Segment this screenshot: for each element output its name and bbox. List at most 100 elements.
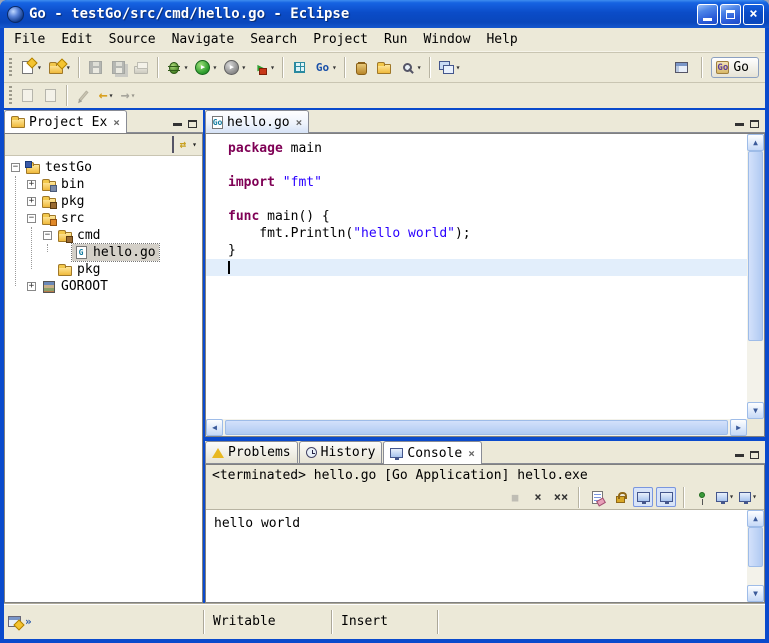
editor-vscrollbar[interactable]: ▲ ▼	[747, 134, 764, 419]
menu-item-help[interactable]: Help	[478, 29, 525, 50]
console-vscrollbar[interactable]: ▲ ▼	[747, 510, 764, 602]
clear-console-button[interactable]	[587, 487, 607, 507]
code-line[interactable]: import "fmt"	[206, 174, 747, 191]
terminate-button[interactable]: ■	[505, 487, 525, 507]
minimize-button[interactable]	[697, 4, 718, 25]
external-tools-button[interactable]: ▶▾	[249, 56, 278, 80]
menu-item-file[interactable]: File	[6, 29, 53, 50]
tab-console[interactable]: Console ×	[383, 441, 481, 464]
titlebar[interactable]: Go - testGo/src/cmd/hello.go - Eclipse ×	[0, 0, 769, 28]
new-go-package-button[interactable]	[288, 56, 311, 80]
menu-item-window[interactable]: Window	[415, 29, 478, 50]
scroll-thumb[interactable]	[748, 527, 763, 567]
pin-console-button[interactable]	[692, 487, 712, 507]
menu-item-navigate[interactable]: Navigate	[164, 29, 243, 50]
double-arrow-icon[interactable]: »	[25, 616, 32, 627]
scroll-lock-button[interactable]	[610, 487, 630, 507]
toolbar-drag-handle[interactable]	[9, 58, 12, 78]
scroll-up-button[interactable]: ▲	[747, 510, 764, 527]
code-line[interactable]: package main	[206, 140, 747, 157]
tree-item-pkg[interactable]: +pkg	[5, 193, 202, 210]
menu-item-run[interactable]: Run	[376, 29, 415, 50]
tree-expander-icon[interactable]: +	[27, 197, 36, 206]
open-folder-button[interactable]	[373, 56, 396, 80]
view-menu-button[interactable]: ▾	[192, 140, 197, 149]
collapse-all-button[interactable]	[172, 137, 174, 152]
save-all-button[interactable]	[107, 56, 130, 80]
code-area[interactable]: package main import "fmt" func main() { …	[206, 134, 747, 419]
open-console-button[interactable]: ▾	[738, 487, 758, 507]
tree-item-goroot[interactable]: +GOROOT	[5, 278, 202, 295]
go-perspective-button[interactable]: Go Go	[711, 57, 759, 78]
minimize-view-icon[interactable]	[735, 123, 744, 126]
close-icon[interactable]: ×	[111, 117, 120, 128]
scroll-up-button[interactable]: ▲	[747, 134, 764, 151]
scroll-thumb[interactable]	[748, 151, 763, 341]
back-button[interactable]: ←▾	[95, 84, 117, 108]
show-stderr-button[interactable]	[656, 487, 676, 507]
tree-item-hello-go[interactable]: Ghello.go	[5, 244, 202, 261]
tree-expander-icon[interactable]: +	[27, 180, 36, 189]
remove-all-launches-button[interactable]: ××	[551, 487, 571, 507]
archive-button[interactable]	[350, 56, 373, 80]
save-button[interactable]	[84, 56, 107, 80]
tree-expander-icon[interactable]: −	[43, 231, 52, 240]
tree-expander-icon[interactable]: −	[11, 163, 20, 172]
scroll-down-button[interactable]: ▼	[747, 402, 764, 419]
window-star-icon[interactable]	[8, 616, 21, 627]
editor-hscrollbar[interactable]: ◀ ▶	[206, 419, 747, 436]
print-button[interactable]	[130, 56, 153, 80]
previous-annotation-button[interactable]	[39, 84, 62, 108]
code-line[interactable]: }	[206, 242, 747, 259]
tree-item-src[interactable]: −src	[5, 210, 202, 227]
code-line[interactable]	[206, 191, 747, 208]
close-icon[interactable]: ×	[294, 117, 303, 128]
last-edit-location-button[interactable]	[72, 84, 95, 108]
menu-item-edit[interactable]: Edit	[53, 29, 100, 50]
new-folder-button[interactable]: ▾	[45, 56, 74, 80]
run-button[interactable]: ▶▾	[191, 56, 220, 80]
code-line[interactable]	[206, 259, 747, 276]
display-selected-console-button[interactable]: ▾	[715, 487, 735, 507]
tab-hello-go[interactable]: Go hello.go ×	[205, 110, 309, 133]
maximize-view-icon[interactable]	[750, 120, 759, 128]
tab-history[interactable]: History	[299, 441, 383, 463]
menu-item-search[interactable]: Search	[242, 29, 305, 50]
console-output-area[interactable]: hello world ▲ ▼	[206, 509, 764, 602]
menu-item-project[interactable]: Project	[305, 29, 376, 50]
link-with-editor-button[interactable]: ⇄	[180, 139, 187, 150]
tree-expander-icon[interactable]: −	[27, 214, 36, 223]
toolbar-drag-handle[interactable]	[9, 86, 12, 106]
open-perspective-button[interactable]	[670, 56, 693, 80]
new-go-file-button[interactable]: Go▾	[311, 56, 340, 80]
scroll-left-button[interactable]: ◀	[206, 419, 223, 436]
tab-problems[interactable]: Problems	[205, 441, 298, 463]
tab-project-explorer[interactable]: Project Ex ×	[4, 110, 127, 133]
forward-button[interactable]: →▾	[117, 84, 139, 108]
search-button[interactable]: ▾	[396, 56, 425, 80]
menu-item-source[interactable]: Source	[101, 29, 164, 50]
code-line[interactable]: fmt.Println("hello world");	[206, 225, 747, 242]
maximize-view-icon[interactable]	[188, 120, 197, 128]
show-stdout-button[interactable]	[633, 487, 653, 507]
tree-item-pkg[interactable]: pkg	[5, 261, 202, 278]
tree-expander-icon[interactable]: +	[27, 282, 36, 291]
minimize-view-icon[interactable]	[173, 123, 182, 126]
debug-button[interactable]: ▾	[163, 56, 192, 80]
tree-item-cmd[interactable]: −cmd	[5, 227, 202, 244]
close-icon[interactable]: ×	[466, 448, 475, 459]
scroll-thumb[interactable]	[225, 420, 728, 435]
next-annotation-button[interactable]	[16, 84, 39, 108]
tree-item-testgo[interactable]: −testGo	[5, 159, 202, 176]
maximize-view-icon[interactable]	[750, 451, 759, 459]
profile-button[interactable]: ▶▾	[220, 56, 249, 80]
maximize-button[interactable]	[720, 4, 741, 25]
close-button[interactable]: ×	[743, 4, 764, 25]
scroll-down-button[interactable]: ▼	[747, 585, 764, 602]
team-sync-button[interactable]: ▾	[435, 56, 464, 80]
scroll-right-button[interactable]: ▶	[730, 419, 747, 436]
code-line[interactable]: func main() {	[206, 208, 747, 225]
code-line[interactable]	[206, 157, 747, 174]
remove-launch-button[interactable]: ×	[528, 487, 548, 507]
new-wizard-button[interactable]: ▾	[16, 56, 45, 80]
